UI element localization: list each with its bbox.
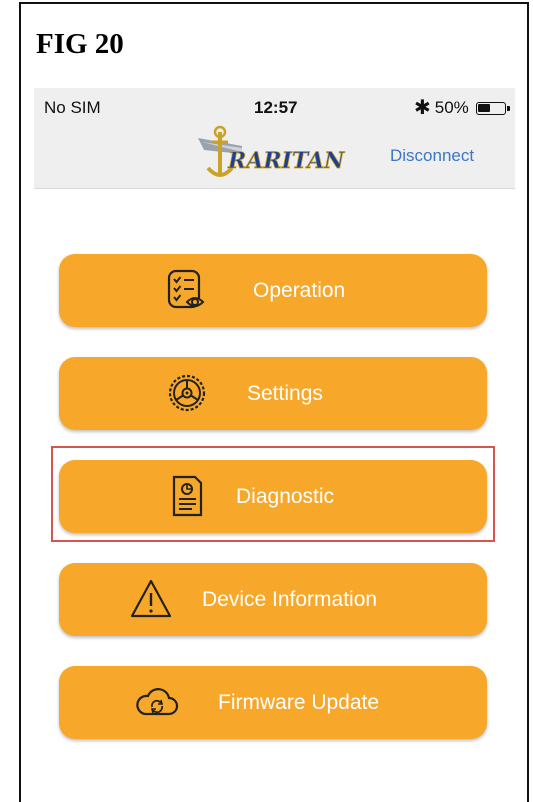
clock: 12:57 (254, 98, 298, 117)
operation-label: Operation (253, 279, 346, 302)
warning-triangle-icon (130, 579, 172, 618)
bluetooth-icon: ✱ (414, 96, 431, 119)
battery-fill (478, 104, 491, 112)
diagnostic-highlight-box (51, 446, 495, 542)
disconnect-link[interactable]: Disconnect (390, 146, 474, 166)
battery-percent: 50% (434, 98, 469, 117)
figure-label: FIG 20 (36, 28, 124, 60)
settings-label: Settings (247, 382, 323, 405)
battery-icon (475, 101, 510, 115)
operation-button[interactable]: Operation (59, 254, 487, 327)
settings-button[interactable]: Settings (59, 357, 487, 430)
raritan-logo: RARITAN (198, 125, 346, 177)
checklist-eye-icon (167, 269, 205, 309)
phone-screen: No SIM 12:57 ✱ 50% RARITAN Disconnect Op… (34, 88, 515, 796)
carrier-label: No SIM (44, 98, 101, 117)
cloud-sync-icon (136, 688, 179, 716)
firmware-update-label: Firmware Update (218, 691, 380, 714)
top-bar: No SIM 12:57 ✱ 50% RARITAN Disconnect (34, 88, 515, 189)
device-information-button[interactable]: Device Information (59, 563, 487, 636)
device-information-label: Device Information (202, 588, 378, 611)
status-right: ✱ 50% (414, 96, 510, 119)
firmware-update-button[interactable]: Firmware Update (59, 666, 487, 739)
logo-wordmark: RARITAN (227, 148, 345, 174)
gear-wheel-icon (168, 374, 206, 412)
